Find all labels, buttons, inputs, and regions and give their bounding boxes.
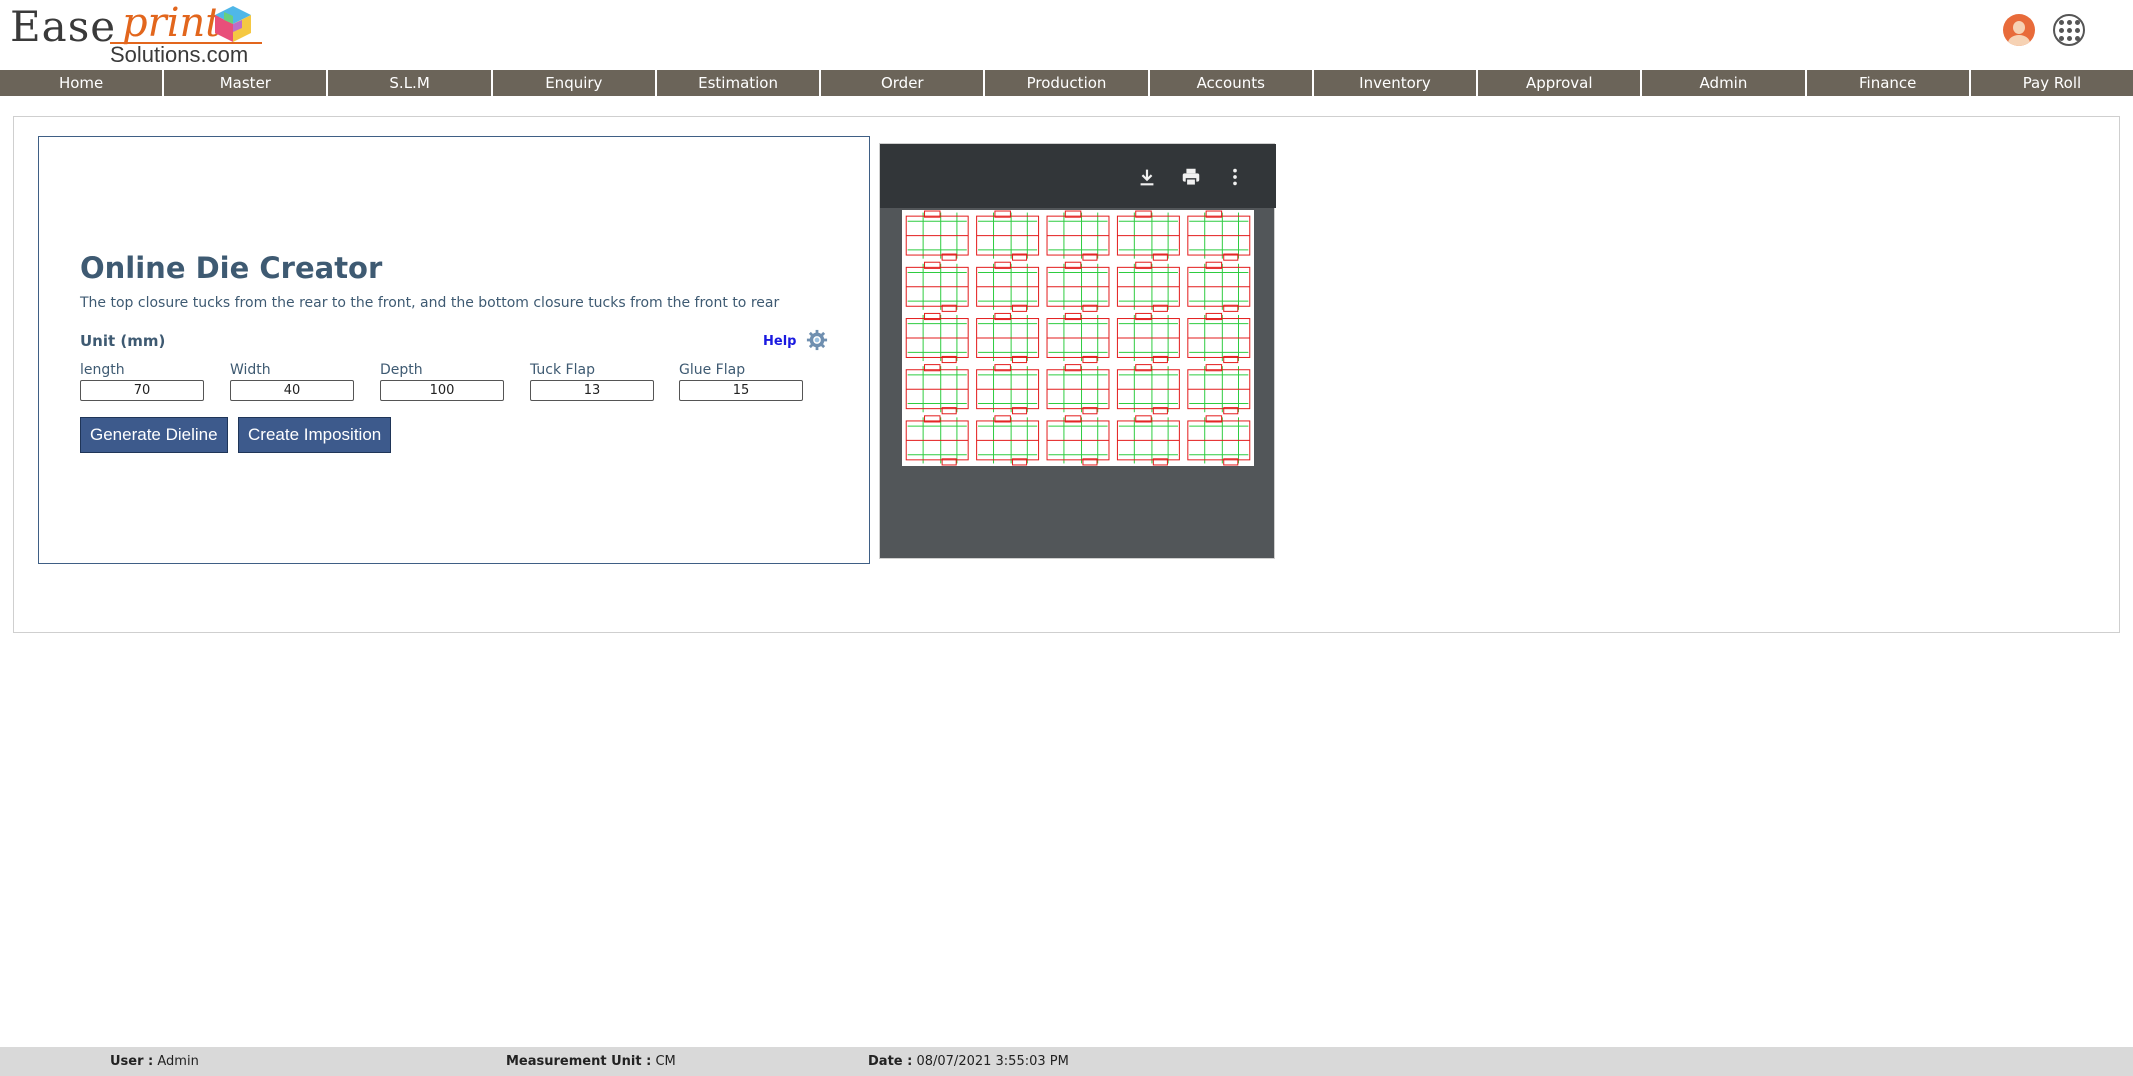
glue-flap-label: Glue Flap	[679, 362, 746, 378]
footer-unit-value: CM	[655, 1054, 676, 1069]
nav-item-home[interactable]: Home	[0, 70, 165, 96]
footer-user-label: User :	[110, 1054, 154, 1069]
logo-word-domain: Solutions.com	[110, 42, 249, 67]
footer-date: Date : 08/07/2021 3:55:03 PM	[868, 1054, 1069, 1069]
length-label: length	[80, 362, 125, 378]
help-link[interactable]: Help	[763, 334, 796, 349]
nav-item-payroll[interactable]: Pay Roll	[1971, 70, 2133, 96]
settings-gear-icon[interactable]	[806, 329, 828, 351]
depth-field-group: Depth	[380, 362, 504, 401]
apps-grid-icon[interactable]	[2053, 14, 2085, 46]
depth-input[interactable]	[380, 380, 504, 401]
tuck-flap-field-group: Tuck Flap	[530, 362, 654, 401]
pdf-toolbar	[880, 144, 1276, 208]
nav-item-finance[interactable]: Finance	[1807, 70, 1971, 96]
length-input[interactable]	[80, 380, 204, 401]
imposition-sheet	[902, 210, 1254, 466]
print-icon[interactable]	[1180, 166, 1202, 188]
main-nav: Home Master S.L.M Enquiry Estimation Ord…	[0, 70, 2133, 96]
avatar-body	[2008, 35, 2030, 46]
imposition-drawing	[905, 210, 1251, 466]
generate-dieline-button[interactable]: Generate Dieline	[80, 417, 228, 453]
glue-flap-field-group: Glue Flap	[679, 362, 803, 401]
easeprint-logo[interactable]: Ease print Solutions.com	[10, 0, 262, 67]
footer-user-value: Admin	[157, 1054, 199, 1069]
logo-word-print: print	[122, 0, 222, 46]
nav-item-slm[interactable]: S.L.M	[328, 70, 493, 96]
user-avatar-icon[interactable]	[2003, 14, 2035, 46]
footer-user: User : Admin	[110, 1054, 199, 1069]
nav-item-estimation[interactable]: Estimation	[657, 70, 822, 96]
footer-unit: Measurement Unit : CM	[506, 1054, 676, 1069]
nav-item-admin[interactable]: Admin	[1642, 70, 1807, 96]
tuck-flap-input[interactable]	[530, 380, 654, 401]
app-header: Ease print Solutions.com	[0, 0, 2133, 70]
footer-date-label: Date :	[868, 1054, 913, 1069]
depth-label: Depth	[380, 362, 423, 378]
nav-item-master[interactable]: Master	[164, 70, 329, 96]
tuck-flap-label: Tuck Flap	[530, 362, 595, 378]
create-imposition-button[interactable]: Create Imposition	[238, 417, 392, 453]
nav-item-enquiry[interactable]: Enquiry	[493, 70, 657, 96]
nav-item-approval[interactable]: Approval	[1478, 70, 1643, 96]
nav-item-accounts[interactable]: Accounts	[1150, 70, 1314, 96]
unit-label: Unit (mm)	[80, 332, 166, 350]
pdf-preview-viewer[interactable]	[879, 143, 1276, 559]
die-creator-panel: Online Die Creator The top closure tucks…	[38, 136, 870, 564]
footer-date-value: 08/07/2021 3:55:03 PM	[916, 1054, 1069, 1069]
download-icon[interactable]	[1136, 166, 1158, 188]
avatar-head	[2013, 21, 2025, 34]
width-label: Width	[230, 362, 271, 378]
nav-item-order[interactable]: Order	[821, 70, 986, 96]
status-footer: User : Admin Measurement Unit : CM Date …	[0, 1047, 2133, 1076]
more-vert-icon[interactable]	[1224, 166, 1246, 188]
glue-flap-input[interactable]	[679, 380, 803, 401]
length-field-group: length	[80, 362, 204, 401]
logo-word-ease: Ease	[10, 2, 117, 51]
page-title: Online Die Creator	[80, 251, 383, 285]
width-input[interactable]	[230, 380, 354, 401]
logo-cube-icon	[215, 6, 251, 42]
die-description: The top closure tucks from the rear to t…	[80, 295, 780, 311]
nav-item-inventory[interactable]: Inventory	[1314, 70, 1479, 96]
nav-item-production[interactable]: Production	[985, 70, 1150, 96]
width-field-group: Width	[230, 362, 354, 401]
footer-unit-label: Measurement Unit :	[506, 1054, 652, 1069]
